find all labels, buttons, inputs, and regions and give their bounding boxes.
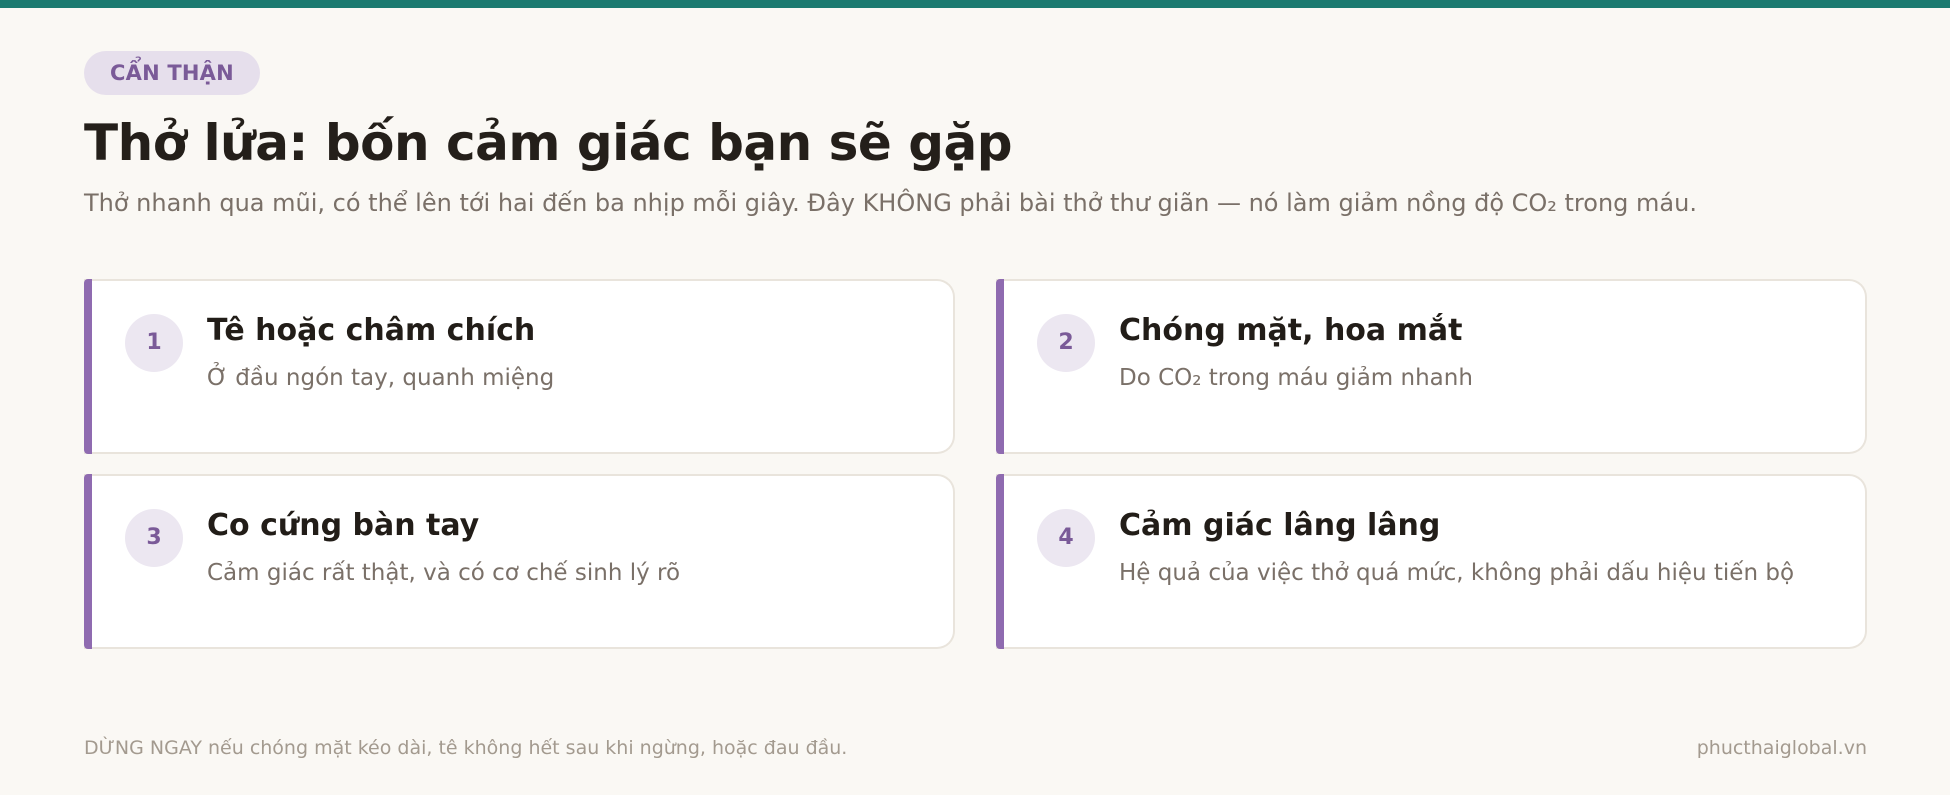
card-description: Ở đầu ngón tay, quanh miệng	[207, 365, 555, 391]
card-title: Tê hoặc châm chích	[207, 313, 536, 348]
stop-warning-note: DỪNG NGAY nếu chóng mặt kéo dài, tê khôn…	[84, 737, 848, 759]
card-description: Cảm giác rất thật, và có cơ chế sinh lý …	[207, 560, 681, 586]
sensation-card-grid: 1 Tê hoặc châm chích Ở đầu ngón tay, qua…	[84, 279, 1867, 649]
caution-badge: CẨN THẬN	[84, 51, 260, 95]
card-title: Cảm giác lâng lâng	[1119, 508, 1441, 543]
sensation-card: 2 Chóng mặt, hoa mắt Do CO₂ trong máu gi…	[996, 279, 1867, 454]
card-description: Hệ quả của việc thở quá mức, không phải …	[1119, 560, 1795, 586]
sensation-card: 3 Co cứng bàn tay Cảm giác rất thật, và …	[84, 474, 955, 649]
card-number: 1	[125, 314, 183, 372]
card-title: Co cứng bàn tay	[207, 508, 480, 543]
card-number: 4	[1037, 509, 1095, 567]
page-title: Thở lửa: bốn cảm giác bạn sẽ gặp	[84, 114, 1013, 172]
page-subtitle: Thở nhanh qua mũi, có thể lên tới hai đế…	[84, 189, 1697, 217]
card-title: Chóng mặt, hoa mắt	[1119, 313, 1463, 348]
main-content: CẨN THẬN Thở lửa: bốn cảm giác bạn sẽ gặ…	[84, 51, 1867, 649]
sensation-card: 4 Cảm giác lâng lâng Hệ quả của việc thở…	[996, 474, 1867, 649]
site-url: phucthaiglobal.vn	[1696, 737, 1867, 759]
sensation-card: 1 Tê hoặc châm chích Ở đầu ngón tay, qua…	[84, 279, 955, 454]
top-accent-bar	[0, 0, 1950, 8]
card-description: Do CO₂ trong máu giảm nhanh	[1119, 365, 1473, 391]
card-number: 2	[1037, 314, 1095, 372]
card-number: 3	[125, 509, 183, 567]
